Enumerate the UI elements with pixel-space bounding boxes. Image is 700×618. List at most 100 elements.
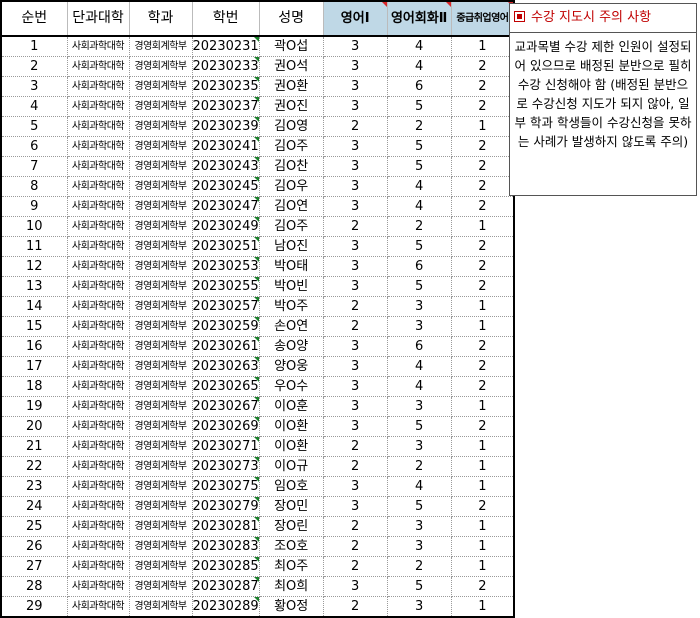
cell-college[interactable]: 사회과학대학 — [67, 536, 130, 557]
cell-intermediate-job-english[interactable]: 1 — [451, 36, 516, 57]
cell-department[interactable]: 경영회계학부 — [129, 56, 193, 77]
cell-college[interactable]: 사회과학대학 — [67, 516, 130, 537]
cell-english-1[interactable]: 3 — [323, 576, 388, 597]
cell-name[interactable]: 권O환 — [259, 76, 324, 97]
cell-name[interactable]: 이O환 — [259, 436, 324, 457]
cell-intermediate-job-english[interactable]: 2 — [451, 276, 516, 297]
cell-student-id[interactable]: 20230265 — [192, 376, 260, 397]
cell-seq[interactable]: 25 — [0, 516, 68, 537]
cell-english-1[interactable]: 3 — [323, 236, 388, 257]
cell-seq[interactable]: 1 — [0, 36, 68, 57]
cell-college[interactable]: 사회과학대학 — [67, 36, 130, 57]
cell-english-conversation-2[interactable]: 4 — [387, 56, 452, 77]
cell-department[interactable]: 경영회계학부 — [129, 76, 193, 97]
cell-college[interactable]: 사회과학대학 — [67, 76, 130, 97]
cell-name[interactable]: 이O환 — [259, 416, 324, 437]
cell-college[interactable]: 사회과학대학 — [67, 396, 130, 417]
cell-student-id[interactable]: 20230279 — [192, 496, 260, 517]
cell-intermediate-job-english[interactable]: 2 — [451, 136, 516, 157]
cell-name[interactable]: 권O진 — [259, 96, 324, 117]
cell-department[interactable]: 경영회계학부 — [129, 496, 193, 517]
cell-english-1[interactable]: 3 — [323, 476, 388, 497]
cell-english-conversation-2[interactable]: 2 — [387, 216, 452, 237]
cell-department[interactable]: 경영회계학부 — [129, 196, 193, 217]
cell-seq[interactable]: 19 — [0, 396, 68, 417]
cell-intermediate-job-english[interactable]: 1 — [451, 596, 516, 618]
cell-english-1[interactable]: 2 — [323, 516, 388, 537]
cell-student-id[interactable]: 20230241 — [192, 136, 260, 157]
cell-department[interactable]: 경영회계학부 — [129, 296, 193, 317]
cell-department[interactable]: 경영회계학부 — [129, 216, 193, 237]
cell-college[interactable]: 사회과학대학 — [67, 296, 130, 317]
cell-english-conversation-2[interactable]: 6 — [387, 336, 452, 357]
cell-intermediate-job-english[interactable]: 2 — [451, 256, 516, 277]
cell-college[interactable]: 사회과학대학 — [67, 136, 130, 157]
cell-seq[interactable]: 12 — [0, 256, 68, 277]
cell-intermediate-job-english[interactable]: 2 — [451, 96, 516, 117]
cell-student-id[interactable]: 20230237 — [192, 96, 260, 117]
cell-intermediate-job-english[interactable]: 2 — [451, 176, 516, 197]
cell-department[interactable]: 경영회계학부 — [129, 536, 193, 557]
cell-name[interactable]: 남O진 — [259, 236, 324, 257]
cell-english-conversation-2[interactable]: 5 — [387, 136, 452, 157]
cell-english-conversation-2[interactable]: 4 — [387, 196, 452, 217]
cell-english-1[interactable]: 3 — [323, 56, 388, 77]
cell-department[interactable]: 경영회계학부 — [129, 356, 193, 377]
cell-seq[interactable]: 18 — [0, 376, 68, 397]
cell-english-1[interactable]: 3 — [323, 376, 388, 397]
header-department[interactable]: 학과 — [129, 0, 193, 37]
header-college[interactable]: 단과대학 — [67, 0, 130, 37]
cell-department[interactable]: 경영회계학부 — [129, 376, 193, 397]
cell-college[interactable]: 사회과학대학 — [67, 456, 130, 477]
cell-college[interactable]: 사회과학대학 — [67, 376, 130, 397]
cell-english-1[interactable]: 3 — [323, 196, 388, 217]
cell-student-id[interactable]: 20230283 — [192, 536, 260, 557]
cell-english-1[interactable]: 3 — [323, 356, 388, 377]
cell-college[interactable]: 사회과학대학 — [67, 256, 130, 277]
cell-student-id[interactable]: 20230261 — [192, 336, 260, 357]
cell-college[interactable]: 사회과학대학 — [67, 56, 130, 77]
cell-english-1[interactable]: 2 — [323, 116, 388, 137]
cell-student-id[interactable]: 20230287 — [192, 576, 260, 597]
cell-seq[interactable]: 24 — [0, 496, 68, 517]
cell-english-1[interactable]: 3 — [323, 176, 388, 197]
cell-english-1[interactable]: 2 — [323, 436, 388, 457]
cell-intermediate-job-english[interactable]: 2 — [451, 56, 516, 77]
cell-english-1[interactable]: 3 — [323, 276, 388, 297]
cell-english-conversation-2[interactable]: 6 — [387, 76, 452, 97]
cell-english-1[interactable]: 3 — [323, 496, 388, 517]
cell-english-conversation-2[interactable]: 3 — [387, 516, 452, 537]
cell-seq[interactable]: 2 — [0, 56, 68, 77]
cell-name[interactable]: 김O연 — [259, 196, 324, 217]
cell-intermediate-job-english[interactable]: 2 — [451, 576, 516, 597]
cell-seq[interactable]: 10 — [0, 216, 68, 237]
cell-seq[interactable]: 22 — [0, 456, 68, 477]
cell-english-1[interactable]: 3 — [323, 336, 388, 357]
cell-student-id[interactable]: 20230281 — [192, 516, 260, 537]
cell-name[interactable]: 권O석 — [259, 56, 324, 77]
cell-department[interactable]: 경영회계학부 — [129, 396, 193, 417]
cell-name[interactable]: 김O주 — [259, 136, 324, 157]
cell-name[interactable]: 조O호 — [259, 536, 324, 557]
cell-english-conversation-2[interactable]: 5 — [387, 96, 452, 117]
cell-english-conversation-2[interactable]: 2 — [387, 116, 452, 137]
cell-seq[interactable]: 9 — [0, 196, 68, 217]
cell-name[interactable]: 이O규 — [259, 456, 324, 477]
cell-intermediate-job-english[interactable]: 2 — [451, 236, 516, 257]
cell-seq[interactable]: 6 — [0, 136, 68, 157]
cell-department[interactable]: 경영회계학부 — [129, 316, 193, 337]
cell-seq[interactable]: 27 — [0, 556, 68, 577]
cell-english-1[interactable]: 3 — [323, 76, 388, 97]
cell-college[interactable]: 사회과학대학 — [67, 496, 130, 517]
cell-english-1[interactable]: 3 — [323, 396, 388, 417]
cell-intermediate-job-english[interactable]: 1 — [451, 556, 516, 577]
cell-student-id[interactable]: 20230233 — [192, 56, 260, 77]
cell-intermediate-job-english[interactable]: 2 — [451, 416, 516, 437]
cell-seq[interactable]: 14 — [0, 296, 68, 317]
cell-name[interactable]: 양O웅 — [259, 356, 324, 377]
header-english-conversation-2[interactable]: 영어회화Ⅱ — [387, 0, 452, 37]
cell-name[interactable]: 곽O섭 — [259, 36, 324, 57]
cell-student-id[interactable]: 20230259 — [192, 316, 260, 337]
cell-name[interactable]: 송O양 — [259, 336, 324, 357]
cell-english-conversation-2[interactable]: 5 — [387, 156, 452, 177]
